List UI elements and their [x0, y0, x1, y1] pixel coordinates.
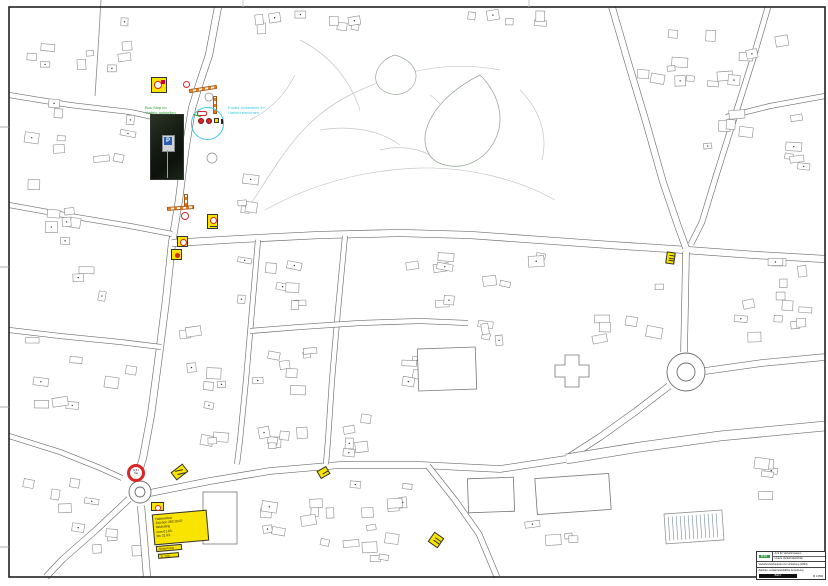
- traffic-plan-page: Bus Stop im Vorfeld aufstellen Ersatz-Ha…: [0, 0, 828, 586]
- logo-icon: PLAN: [759, 555, 770, 559]
- sign-text-bar: [210, 226, 217, 227]
- post-icon: [221, 119, 224, 124]
- no-entry-icon: [183, 81, 190, 88]
- yellow-sign-board: [177, 236, 188, 247]
- site-photo: P: [150, 114, 184, 180]
- sign-stripe: [175, 469, 183, 472]
- sign-text-bar: [669, 255, 675, 257]
- yellow-sign-board-top: [151, 77, 167, 93]
- marker-bar: [322, 471, 328, 475]
- parking-sign-icon: P: [162, 135, 175, 152]
- title-block-row1b: Untere Verkehrsbehörde: [773, 557, 825, 561]
- cyan-note-line2: Umfeld einrichten: [228, 111, 265, 116]
- sign-stripe: [177, 472, 185, 475]
- title-block: PLAN Amt für Verkehrswesen Untere Verkeh…: [756, 551, 826, 580]
- yellow-sign-board: [665, 251, 676, 264]
- sign-pole: [167, 150, 169, 178]
- map-canvas: [0, 0, 828, 586]
- note-box: Halteverbot Zeichen 283 StVO beidseitig …: [152, 510, 209, 546]
- title-block-footer-bar: Blatt 1: [759, 574, 797, 578]
- red-dot-icon: [175, 253, 180, 258]
- yellow-sign-board: [207, 214, 218, 229]
- sign-text-bar: [668, 257, 674, 259]
- title-block-logo: PLAN: [757, 552, 773, 561]
- prohibition-icon: [180, 239, 187, 246]
- red-marker-icon: [161, 80, 165, 84]
- sign-text-bar: [668, 260, 674, 262]
- cyan-note: Ersatz-Haltestelle im Umfeld einrichten: [228, 106, 265, 116]
- yellow-marker-icon: [214, 118, 219, 123]
- yellow-sign-board: [151, 502, 164, 511]
- no-entry-icon: [181, 212, 189, 220]
- bus-stop-icon: [206, 118, 212, 124]
- yellow-sign-board: [171, 249, 182, 260]
- bus-stop-icon: [198, 118, 204, 124]
- title-block-scale: M 1:2500: [797, 575, 825, 578]
- prohibition-icon: [210, 217, 217, 224]
- weight-limit-sign: 3,5 t frei: [127, 464, 145, 482]
- prohibition-icon: [155, 505, 161, 511]
- parking-sign-letter: P: [164, 137, 172, 145]
- weight-limit-line2: frei: [130, 472, 142, 475]
